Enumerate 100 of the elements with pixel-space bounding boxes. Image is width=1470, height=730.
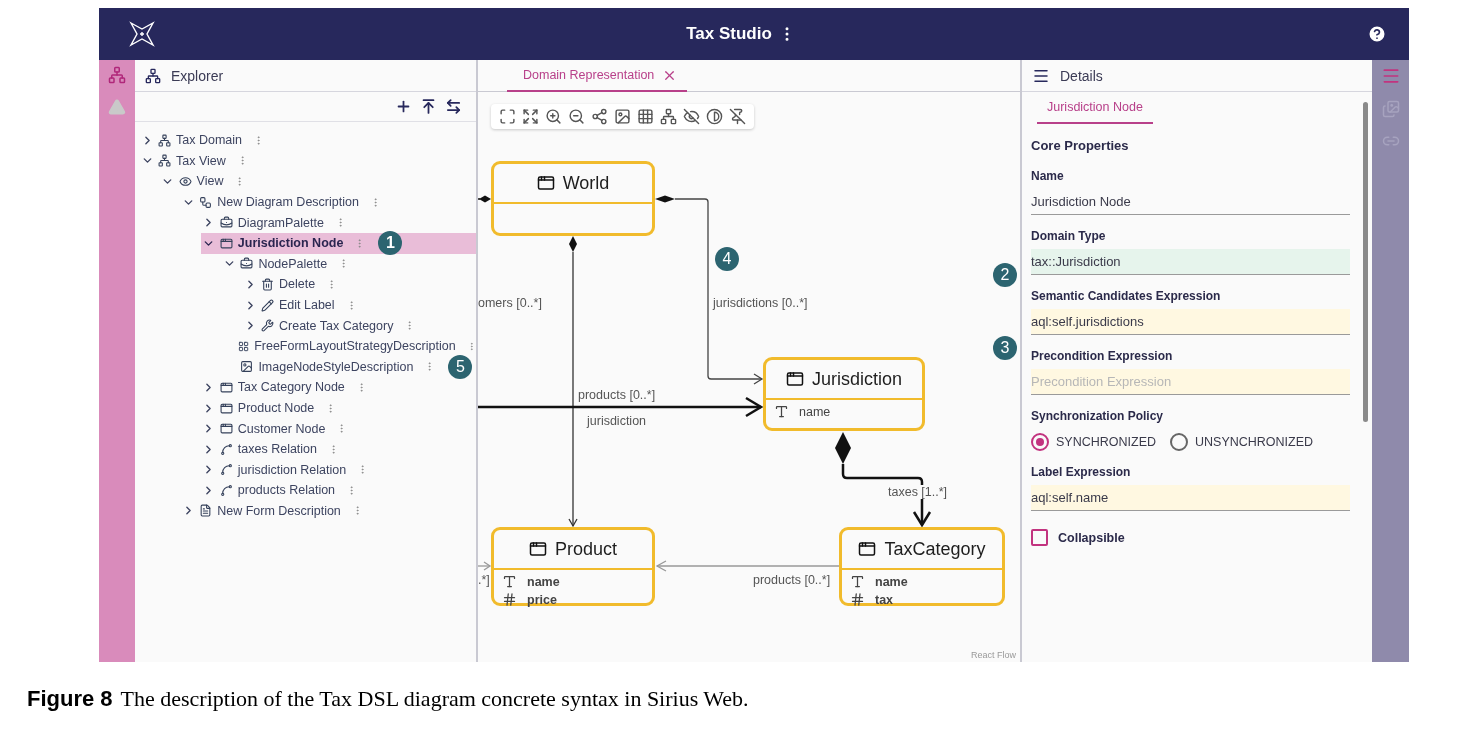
eye-icon	[178, 175, 192, 188]
help-icon[interactable]	[1367, 24, 1387, 44]
toolbox-icon	[240, 257, 254, 271]
details-tab[interactable]: Jurisdiction Node	[1037, 92, 1153, 124]
edge-label: jurisdiction	[587, 414, 647, 428]
wrench-icon	[261, 319, 274, 333]
reference-edge	[478, 561, 492, 571]
callout-badge: 2	[993, 263, 1017, 287]
tree-item[interactable]: products Relation	[200, 480, 476, 501]
checkbox[interactable]	[1031, 529, 1048, 546]
tree-item[interactable]: Tax Category Node	[200, 377, 476, 398]
text-field[interactable]: Jurisdiction Node	[1031, 189, 1350, 215]
number-type-icon	[850, 592, 865, 607]
tree-item[interactable]: FreeFormLayoutStrategyDescription	[221, 335, 476, 357]
callout-badge: 3	[993, 336, 1017, 360]
class-node[interactable]: Jurisdiction name	[763, 357, 925, 431]
field-label: Semantic Candidates Expression	[1031, 289, 1222, 303]
text-field[interactable]: Precondition Expression	[1031, 369, 1350, 395]
tree-item[interactable]: DiagramPalette	[200, 212, 476, 233]
panel-title: Explorer	[171, 67, 224, 84]
tree-item[interactable]: jurisdiction Relation	[200, 459, 476, 481]
eye-off-icon[interactable]	[683, 108, 700, 125]
field-label: Precondition Expression	[1031, 349, 1174, 363]
radio-icon[interactable]	[1031, 433, 1049, 451]
node-title: Jurisdiction	[811, 368, 902, 390]
pencil-icon	[261, 298, 274, 312]
attribute-name: name	[527, 574, 560, 589]
grid-icon[interactable]	[637, 108, 654, 125]
tree-item[interactable]: Tax Domain	[139, 130, 476, 151]
window-icon	[528, 540, 547, 558]
tree-item[interactable]: ImageNodeStyleDescription 5	[221, 356, 476, 378]
diagram-icon	[199, 195, 213, 209]
text-field[interactable]: tax::Jurisdiction	[1031, 249, 1350, 275]
diagram-tab[interactable]: Domain Representation	[507, 60, 688, 92]
text-field[interactable]: aql:self.name	[1031, 485, 1350, 511]
edge-label: omers [0..*]	[478, 296, 542, 310]
tree-item[interactable]: NodePalette	[221, 253, 476, 275]
tree-item[interactable]: Edit Label	[242, 294, 476, 316]
checkbox-label: Collapsible	[1058, 530, 1125, 545]
node-title: Product	[554, 538, 617, 560]
text-type-icon	[502, 574, 517, 589]
tree-item[interactable]: New Form Description	[180, 500, 476, 522]
attribute-name: price	[527, 592, 557, 607]
tree-item[interactable]: Create Tax Category	[242, 315, 476, 336]
text-type-icon	[850, 574, 865, 589]
field-label: Label Expression	[1031, 465, 1132, 479]
edge-icon	[219, 463, 233, 477]
field-label: Synchronization Policy	[1031, 409, 1165, 423]
tree-item[interactable]: View	[159, 171, 476, 192]
edge-icon	[219, 442, 233, 456]
window-icon	[219, 380, 233, 394]
edge-label: taxes [1..*]	[888, 485, 948, 499]
tree-item[interactable]: Jurisdiction Node 1	[200, 232, 476, 254]
tree-item[interactable]: taxes Relation	[200, 438, 476, 460]
upload-icon[interactable]	[420, 98, 437, 115]
composition-edge	[478, 195, 491, 203]
class-node[interactable]: World	[491, 161, 655, 236]
field-label: Domain Type	[1031, 229, 1107, 243]
edge-label: products [0..*]	[753, 573, 831, 587]
text-field[interactable]: aql:self.jurisdictions	[1031, 309, 1350, 335]
window-icon	[858, 540, 877, 558]
add-icon[interactable]	[395, 98, 412, 115]
contrast-icon[interactable]	[706, 108, 723, 125]
callout-badge: 4	[715, 247, 739, 271]
radio-option[interactable]: UNSYNCHRONIZED	[1170, 433, 1314, 451]
radio-icon[interactable]	[1170, 433, 1188, 451]
tree-item[interactable]: Product Node	[200, 397, 476, 419]
attribute-name: tax	[875, 592, 894, 607]
class-node[interactable]: TaxCategory name tax	[839, 527, 1005, 606]
window-icon	[536, 174, 555, 192]
field-label: Name	[1031, 169, 1065, 183]
pin-off-icon[interactable]	[729, 108, 746, 125]
swap-icon[interactable]	[445, 98, 462, 115]
hierarchy-icon[interactable]	[660, 108, 677, 125]
share-icon[interactable]	[591, 108, 608, 125]
radio-option[interactable]: SYNCHRONIZED	[1031, 433, 1156, 451]
fit-view-icon[interactable]	[522, 108, 539, 125]
callout-badge: 5	[448, 354, 473, 379]
zoom-out-icon[interactable]	[568, 108, 585, 125]
tree-item[interactable]: Tax View	[139, 150, 476, 172]
attribute-name: name	[875, 574, 908, 589]
node-title: World	[562, 172, 610, 194]
callout-badge: 1	[378, 231, 403, 256]
section-title: Core Properties	[1031, 138, 1130, 153]
window-icon	[219, 401, 233, 415]
tree-item[interactable]: New Diagram Description	[180, 191, 476, 213]
image-icon[interactable]	[614, 108, 631, 125]
form-icon	[199, 504, 213, 518]
panel-title: Details	[1060, 67, 1103, 84]
text-type-icon	[774, 404, 789, 419]
number-type-icon	[502, 592, 517, 607]
tree-item[interactable]: Delete	[242, 274, 476, 295]
fullscreen-icon[interactable]	[499, 108, 516, 125]
hierarchy-icon	[158, 154, 171, 168]
node-title: TaxCategory	[884, 538, 986, 560]
class-node[interactable]: Product name price	[491, 527, 655, 606]
tree-item[interactable]: Customer Node	[200, 418, 476, 439]
window-icon	[219, 236, 233, 250]
zoom-in-icon[interactable]	[545, 108, 562, 125]
attribute-name: name	[799, 404, 831, 419]
